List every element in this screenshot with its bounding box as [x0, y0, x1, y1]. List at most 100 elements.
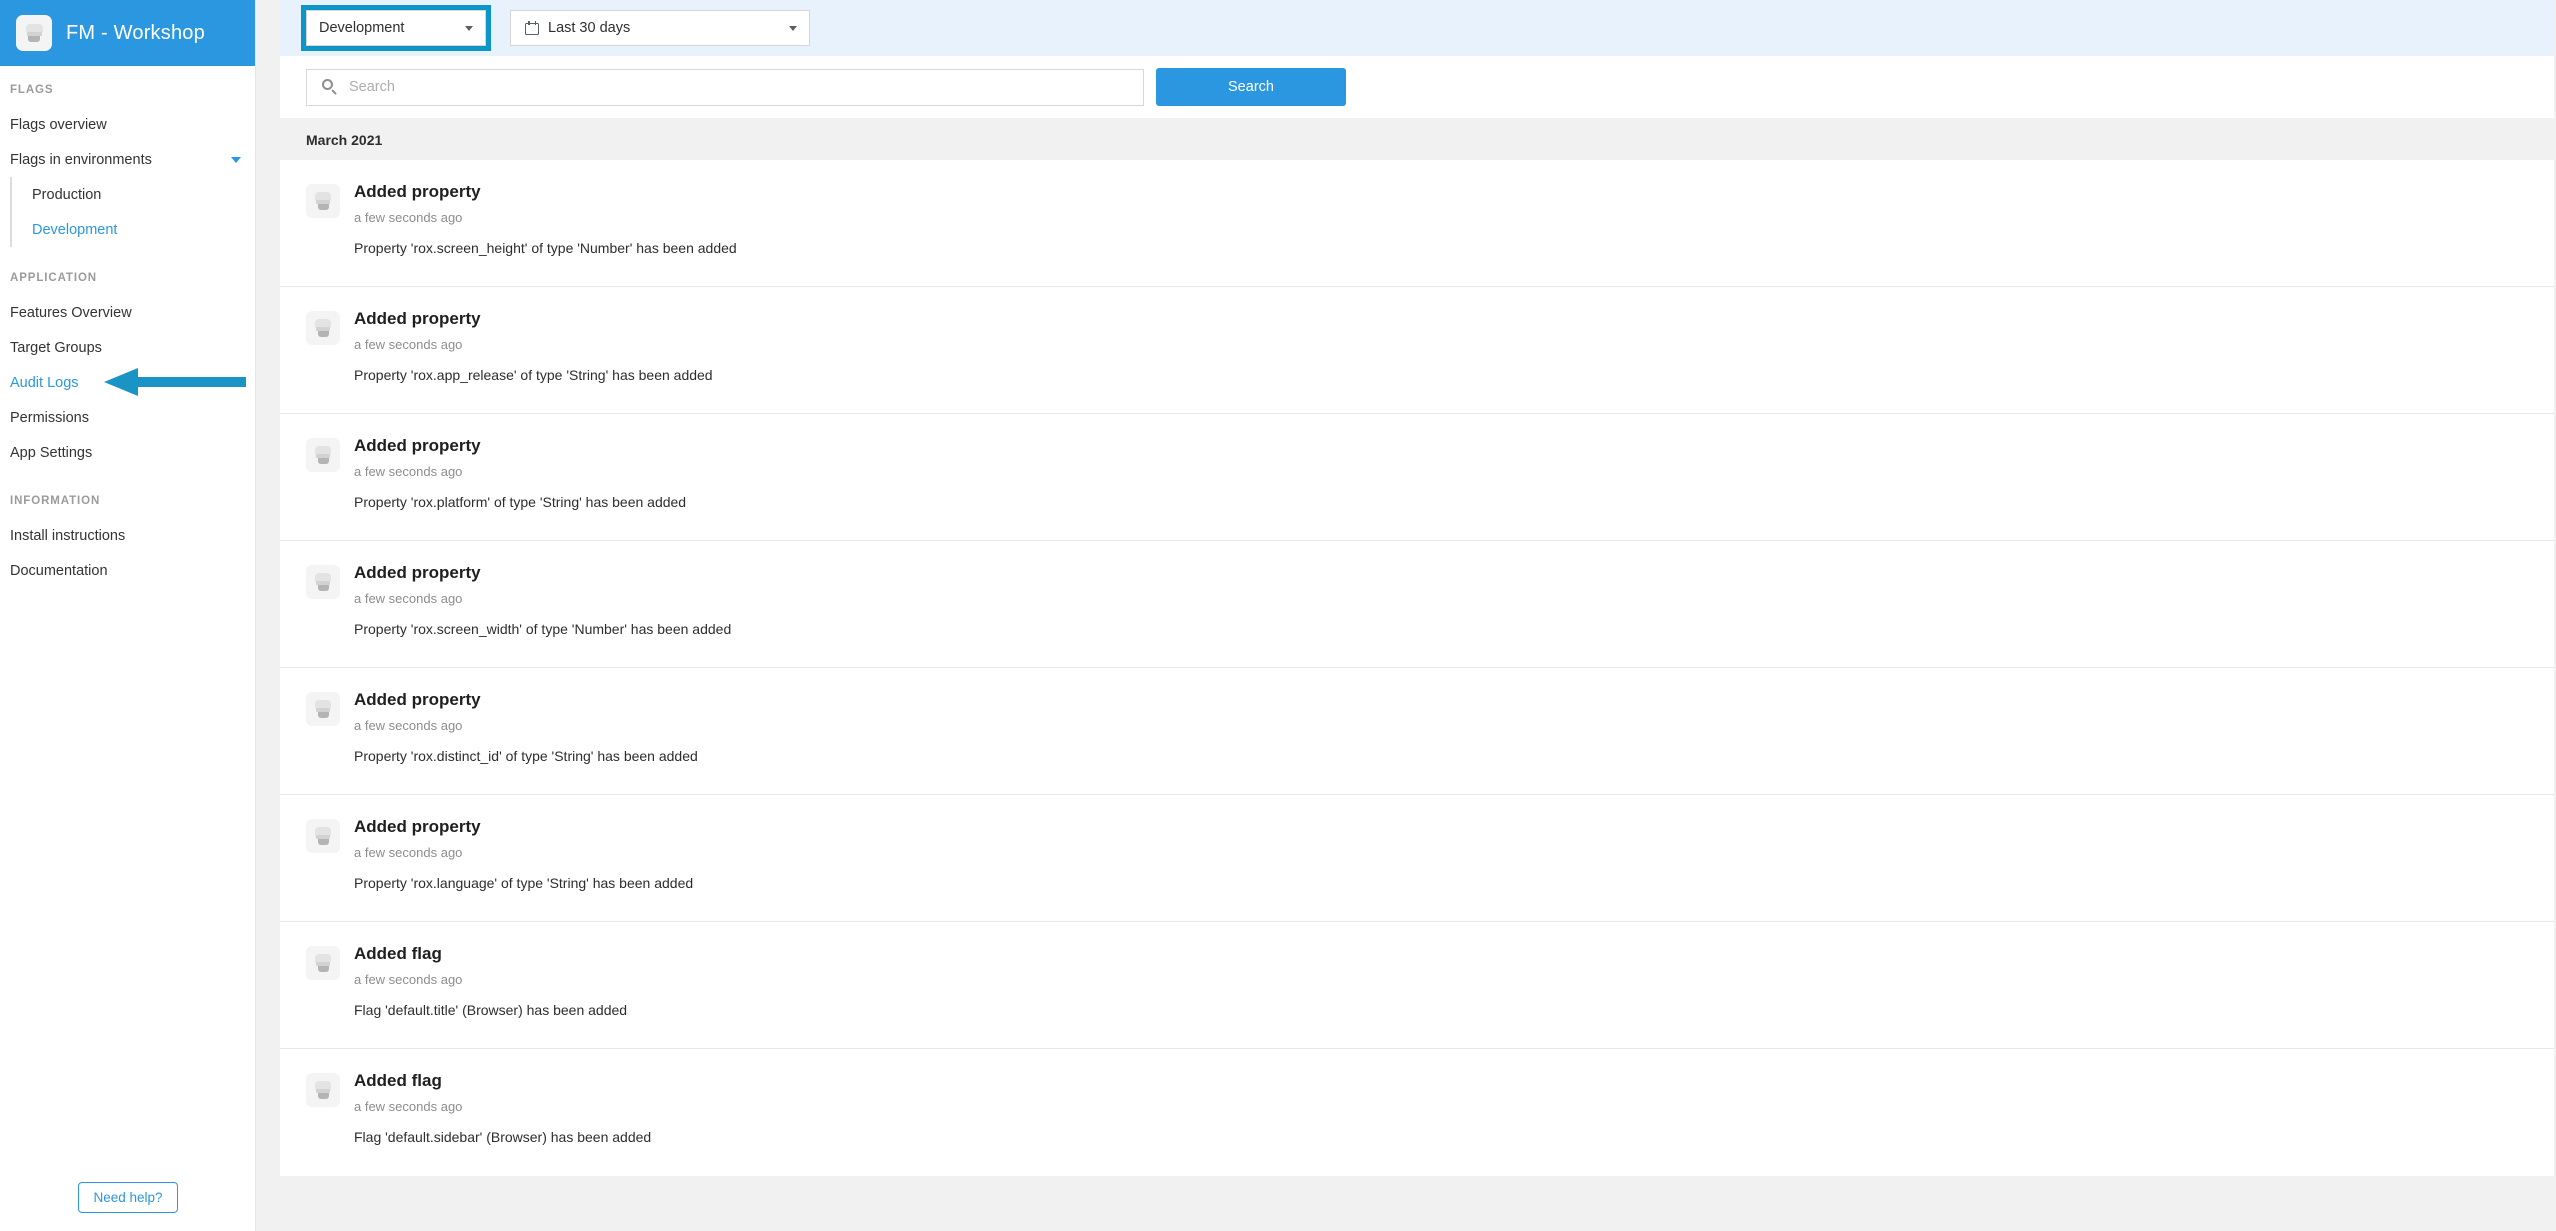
sidebar-item-features-overview[interactable]: Features Overview	[0, 295, 255, 330]
chevron-down-icon[interactable]	[231, 156, 241, 163]
table-row[interactable]: Added flag a few seconds ago Flag 'defau…	[280, 1049, 2554, 1176]
table-row[interactable]: Added property a few seconds ago Propert…	[280, 795, 2554, 922]
need-help-button[interactable]: Need help?	[78, 1182, 178, 1213]
search-input[interactable]	[306, 68, 1144, 106]
entry-title: Added property	[354, 182, 481, 201]
sidebar-item-label: Flags overview	[10, 116, 107, 133]
entry-icon	[306, 1073, 340, 1107]
sidebar-header: FM - Workshop	[0, 0, 255, 66]
search-field	[306, 68, 1144, 106]
table-row[interactable]: Added property a few seconds ago Propert…	[280, 287, 2554, 414]
table-row[interactable]: Added flag a few seconds ago Flag 'defau…	[280, 922, 2554, 1049]
bucket-icon	[314, 700, 333, 718]
entry-timestamp: a few seconds ago	[354, 845, 463, 861]
entry-text: Added property a few seconds ago Propert…	[354, 436, 686, 510]
entry-icon	[306, 438, 340, 472]
entry-text: Added flag a few seconds ago Flag 'defau…	[354, 944, 627, 1018]
search-button[interactable]: Search	[1156, 68, 1346, 106]
table-row[interactable]: Added property a few seconds ago Propert…	[280, 160, 2554, 287]
environment-select-value: Development	[319, 20, 405, 36]
table-row[interactable]: Added property a few seconds ago Propert…	[280, 668, 2554, 795]
sidebar-subnav-environments: Production Development	[10, 177, 255, 247]
nav-section-flags-label: FLAGS	[10, 84, 54, 96]
sidebar-item-audit-logs[interactable]: Audit Logs	[0, 365, 255, 400]
sidebar-item-production[interactable]: Production	[12, 177, 255, 212]
entry-description: Flag 'default.title' (Browser) has been …	[354, 1002, 628, 1019]
sidebar-item-label: Documentation	[10, 562, 108, 579]
sidebar-item-app-settings[interactable]: App Settings	[0, 435, 255, 470]
audit-log-list: Added property a few seconds ago Propert…	[280, 160, 2554, 1176]
entry-title: Added property	[354, 563, 481, 582]
table-row[interactable]: Added property a few seconds ago Propert…	[280, 414, 2554, 541]
table-row[interactable]: Added property a few seconds ago Propert…	[280, 541, 2554, 668]
sidebar-item-flags-in-environments[interactable]: Flags in environments	[0, 142, 255, 177]
entry-title: Added flag	[354, 944, 442, 963]
app-logo	[16, 15, 52, 51]
sidebar-nav: FLAGS Flags overview Flags in environmen…	[0, 66, 255, 588]
entry-icon	[306, 819, 340, 853]
entry-timestamp: a few seconds ago	[354, 337, 463, 353]
bucket-icon	[314, 192, 333, 210]
date-range-value: Last 30 days	[548, 20, 631, 36]
entry-text: Added property a few seconds ago Propert…	[354, 690, 698, 764]
date-range-select-wrapper: Last 30 days	[510, 10, 810, 46]
entry-timestamp: a few seconds ago	[354, 210, 463, 226]
sidebar-subitem-label: Development	[32, 221, 118, 238]
entry-text: Added property a few seconds ago Propert…	[354, 563, 731, 637]
entry-icon	[306, 184, 340, 218]
entry-description: Property 'rox.platform' of type 'String'…	[354, 494, 687, 511]
nav-section-application-label: APPLICATION	[10, 272, 97, 284]
bucket-icon	[314, 319, 333, 337]
entry-description: Flag 'default.sidebar' (Browser) has bee…	[354, 1129, 652, 1146]
entry-icon	[306, 692, 340, 726]
sidebar-item-permissions[interactable]: Permissions	[0, 400, 255, 435]
entry-title: Added property	[354, 309, 481, 328]
sidebar-item-documentation[interactable]: Documentation	[0, 553, 255, 588]
month-header: March 2021	[280, 118, 2554, 160]
date-range-select[interactable]: Last 30 days	[510, 10, 810, 46]
bucket-icon	[314, 1081, 333, 1099]
sidebar-item-label: Install instructions	[10, 527, 126, 544]
entry-text: Added flag a few seconds ago Flag 'defau…	[354, 1071, 651, 1145]
entry-timestamp: a few seconds ago	[354, 972, 463, 988]
sidebar-subitem-label: Production	[32, 186, 102, 203]
filter-bar: Development Last 30 days	[280, 0, 2554, 56]
entry-title: Added flag	[354, 1071, 442, 1090]
sidebar-item-install-instructions[interactable]: Install instructions	[0, 518, 255, 553]
bucket-icon	[314, 446, 333, 464]
search-bar: Search	[280, 56, 2554, 118]
main-area: Development Last 30 days Search Search M…	[256, 0, 2556, 1231]
chevron-down-icon	[789, 26, 797, 31]
entry-title: Added property	[354, 690, 481, 709]
bucket-icon	[314, 954, 333, 972]
entry-text: Added property a few seconds ago Propert…	[354, 309, 713, 383]
sidebar-item-label: App Settings	[10, 444, 93, 461]
entry-title: Added property	[354, 817, 481, 836]
bucket-icon	[24, 23, 44, 43]
environment-select-wrapper: Development	[301, 5, 491, 51]
entry-text: Added property a few seconds ago Propert…	[354, 182, 737, 256]
sidebar-item-label: Permissions	[10, 409, 89, 426]
bucket-icon	[314, 827, 333, 845]
sidebar-item-label: Flags in environments	[10, 151, 152, 168]
entry-description: Property 'rox.app_release' of type 'Stri…	[354, 367, 713, 384]
entry-timestamp: a few seconds ago	[354, 1099, 463, 1115]
sidebar-item-target-groups[interactable]: Target Groups	[0, 330, 255, 365]
sidebar-item-flags-overview[interactable]: Flags overview	[0, 107, 255, 142]
entry-description: Property 'rox.language' of type 'String'…	[354, 875, 694, 892]
chevron-down-icon	[465, 26, 473, 31]
entry-text: Added property a few seconds ago Propert…	[354, 817, 693, 891]
sidebar-item-development[interactable]: Development	[12, 212, 255, 247]
entry-timestamp: a few seconds ago	[354, 591, 463, 607]
entry-title: Added property	[354, 436, 481, 455]
app-root: FM - Workshop FLAGS Flags overview Flags…	[0, 0, 2556, 1231]
app-title: FM - Workshop	[66, 21, 205, 44]
calendar-icon	[525, 21, 539, 35]
entry-icon	[306, 565, 340, 599]
bucket-icon	[314, 573, 333, 591]
nav-section-information-label: INFORMATION	[10, 495, 101, 507]
entry-description: Property 'rox.distinct_id' of type 'Stri…	[354, 748, 698, 765]
entry-icon	[306, 946, 340, 980]
environment-select[interactable]: Development	[306, 10, 486, 46]
sidebar-item-label: Features Overview	[10, 304, 132, 321]
